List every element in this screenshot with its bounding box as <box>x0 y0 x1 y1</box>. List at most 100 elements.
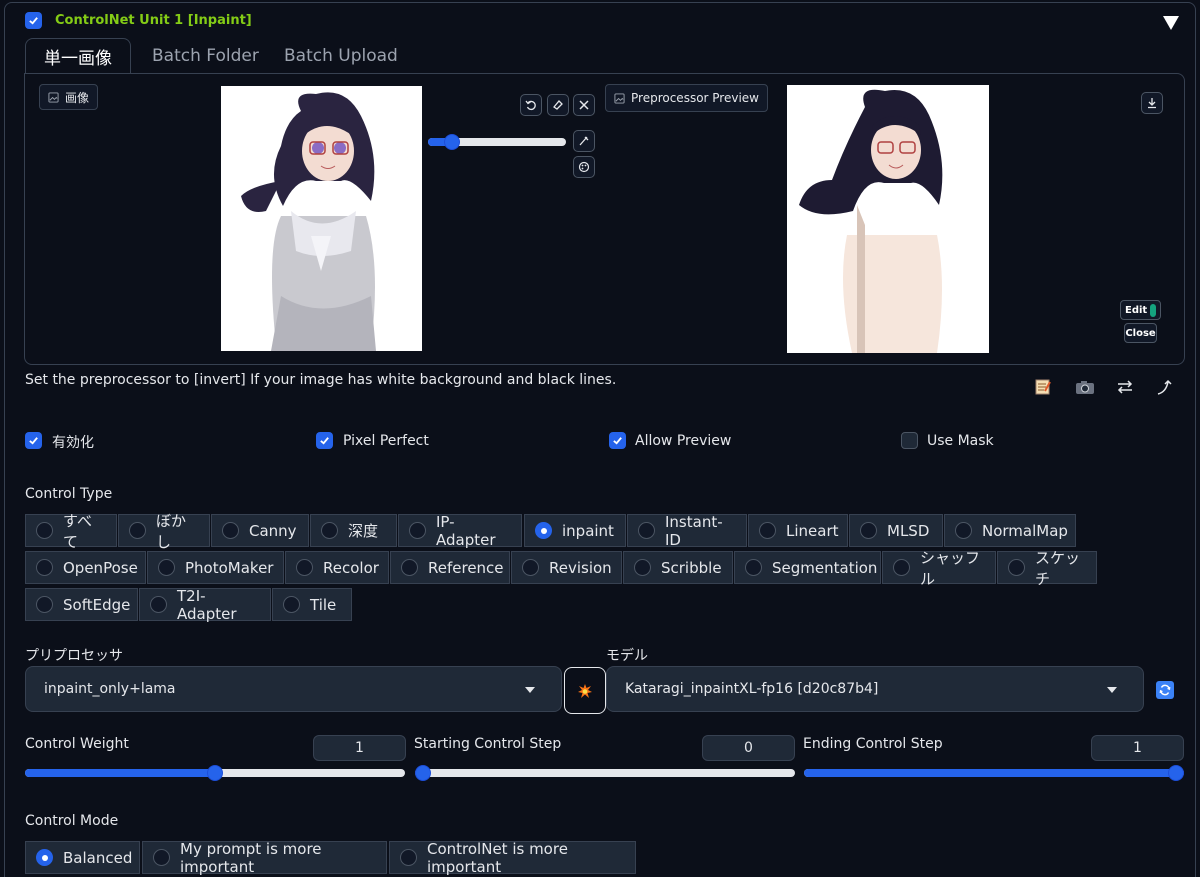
control-weight-input[interactable]: 1 <box>313 735 406 761</box>
tab-single-image[interactable]: 単一画像 <box>25 38 131 74</box>
use-mask-checkbox[interactable] <box>901 432 918 449</box>
control-type-option[interactable]: PhotoMaker <box>147 551 284 584</box>
control-weight-fill <box>25 769 215 777</box>
close-preview-button[interactable]: Close <box>1124 323 1157 343</box>
collapse-toggle-icon[interactable] <box>1163 16 1179 30</box>
refresh-models-button[interactable] <box>1156 681 1174 699</box>
enable-checkbox[interactable] <box>25 432 42 449</box>
ending-step-thumb[interactable] <box>1168 765 1184 781</box>
control-type-option[interactable]: すべて <box>25 512 117 551</box>
control-mode-option[interactable]: ControlNet is more important <box>389 840 636 876</box>
starting-step-slider[interactable] <box>415 765 795 781</box>
control-type-option[interactable]: Lineart <box>748 514 848 547</box>
control-type-option[interactable]: inpaint <box>524 514 626 547</box>
edit-label: Edit <box>1125 304 1148 316</box>
allow-preview-checkbox[interactable] <box>609 432 626 449</box>
control-type-option-label: Recolor <box>323 558 379 577</box>
preprocessor-value: inpaint_only+lama <box>44 681 176 697</box>
radio-dot-icon <box>222 522 239 539</box>
preview-image-illustration <box>787 85 989 353</box>
control-type-option-label: Lineart <box>786 521 839 540</box>
control-weight-slider[interactable] <box>25 765 405 781</box>
preprocessor-preview-chip: Preprocessor Preview <box>605 84 768 112</box>
download-button[interactable] <box>1141 92 1163 114</box>
control-type-option[interactable]: MLSD <box>849 514 943 547</box>
eraser-icon <box>553 100 563 110</box>
control-type-option-label: T2I-Adapter <box>177 586 237 623</box>
preprocessor-preview-label: Preprocessor Preview <box>631 91 759 105</box>
image-chip-label: 画像 <box>65 90 90 105</box>
notepad-icon[interactable] <box>1034 378 1052 396</box>
color-palette-button[interactable] <box>573 156 595 178</box>
radio-dot-icon <box>860 522 877 539</box>
ending-step-slider[interactable] <box>804 765 1184 781</box>
check-icon <box>320 437 329 445</box>
ending-step-input[interactable]: 1 <box>1091 735 1184 761</box>
control-mode-label: Control Mode <box>25 813 119 829</box>
starting-step-input[interactable]: 0 <box>702 735 795 761</box>
control-type-option[interactable]: IP-Adapter <box>398 513 522 549</box>
control-type-option[interactable]: 深度 <box>310 514 397 547</box>
control-type-option[interactable]: Tile <box>272 588 352 621</box>
control-mode-option-label: Balanced <box>63 848 133 867</box>
unit-title[interactable]: ControlNet Unit 1 [Inpaint] <box>55 13 252 28</box>
use-mask-label: Use Mask <box>927 433 994 449</box>
image-chip: 画像 <box>39 84 99 110</box>
image-tab-panel <box>24 73 1185 365</box>
control-type-option[interactable]: Reference <box>390 551 510 584</box>
control-type-option[interactable]: Scribble <box>623 551 733 584</box>
clear-image-button[interactable] <box>573 94 595 116</box>
control-type-option[interactable]: Instant-ID <box>627 513 747 549</box>
starting-step-label: Starting Control Step <box>414 736 562 752</box>
control-type-option[interactable]: ぼかし <box>118 512 210 551</box>
model-dropdown[interactable]: Kataragi_inpaintXL-fp16 [d20c87b4] <box>606 666 1144 712</box>
radio-dot-icon <box>158 559 175 576</box>
control-type-option[interactable]: OpenPose <box>25 551 146 584</box>
control-type-option[interactable]: Revision <box>511 551 622 584</box>
control-type-option[interactable]: T2I-Adapter <box>139 586 271 623</box>
input-image[interactable] <box>221 86 422 351</box>
control-mode-option[interactable]: My prompt is more important <box>142 840 387 876</box>
send-dimensions-icon[interactable] <box>1156 378 1174 396</box>
unit-enable-checkbox[interactable] <box>25 12 42 29</box>
allow-preview-label: Allow Preview <box>635 433 732 449</box>
control-type-option[interactable]: スケッチ <box>997 549 1097 588</box>
control-type-option[interactable]: NormalMap <box>944 514 1076 547</box>
radio-dot-icon <box>400 849 417 866</box>
run-preprocessor-button[interactable] <box>564 667 606 714</box>
explosion-icon <box>578 683 592 698</box>
brush-size-slider[interactable] <box>428 134 566 150</box>
pixel-perfect-checkbox[interactable] <box>316 432 333 449</box>
radio-dot-icon <box>283 596 300 613</box>
brush-button[interactable] <box>573 130 595 152</box>
control-weight-thumb[interactable] <box>207 765 223 781</box>
control-type-option[interactable]: Segmentation <box>734 551 881 584</box>
eraser-button[interactable] <box>547 94 569 116</box>
starting-step-thumb[interactable] <box>415 765 431 781</box>
tab-batch-folder[interactable]: Batch Folder <box>134 38 277 74</box>
radio-dot-icon <box>535 522 552 539</box>
brush-size-thumb[interactable] <box>444 134 460 150</box>
close-icon <box>579 100 589 110</box>
control-type-option-label: Scribble <box>661 558 722 577</box>
undo-icon <box>525 100 536 111</box>
radio-dot-icon <box>522 559 539 576</box>
hint-text: Set the preprocessor to [invert] If your… <box>25 372 617 388</box>
control-type-option[interactable]: SoftEdge <box>25 588 138 621</box>
swap-arrows-icon[interactable] <box>1116 380 1134 394</box>
control-mode-option[interactable]: Balanced <box>25 841 140 874</box>
camera-icon[interactable] <box>1075 380 1095 395</box>
radio-dot-icon <box>745 559 762 576</box>
edit-button[interactable]: Edit <box>1120 300 1161 320</box>
control-type-option[interactable]: シャッフル <box>882 549 996 588</box>
control-type-option-label: Segmentation <box>772 558 878 577</box>
control-type-option[interactable]: Recolor <box>285 551 389 584</box>
tab-batch-upload[interactable]: Batch Upload <box>266 38 416 74</box>
preprocessor-dropdown[interactable]: inpaint_only+lama <box>25 666 562 712</box>
radio-dot-icon <box>759 522 776 539</box>
control-type-option-label: inpaint <box>562 521 614 540</box>
control-type-option[interactable]: Canny <box>211 514 309 547</box>
control-type-option-label: Canny <box>249 521 297 540</box>
radio-dot-icon <box>36 559 53 576</box>
undo-button[interactable] <box>520 94 542 116</box>
